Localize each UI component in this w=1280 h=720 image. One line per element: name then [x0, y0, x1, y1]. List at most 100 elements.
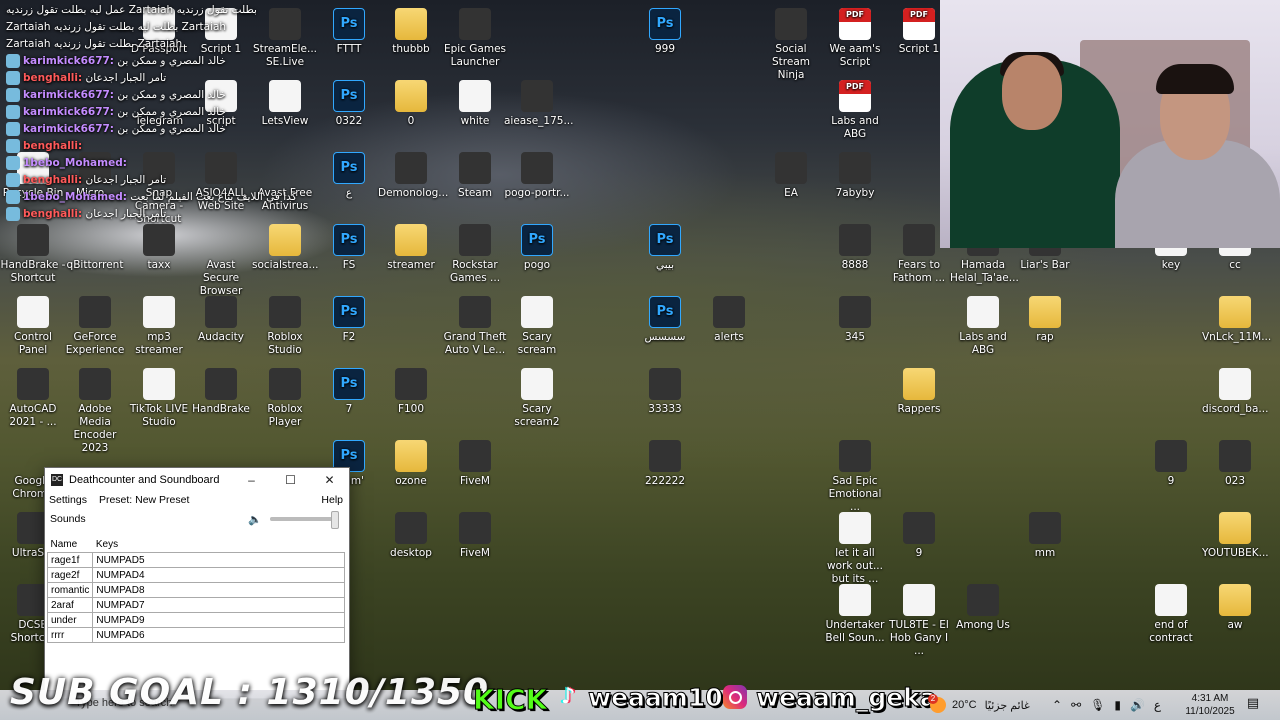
desktop-icon[interactable]: Avast Free Antivirus — [252, 152, 318, 213]
desktop-icon[interactable]: Social Stream Ninja — [758, 8, 824, 82]
desktop-icon[interactable]: Ps ع — [316, 152, 382, 200]
desktop-icon[interactable]: 7abyby — [822, 152, 888, 200]
desktop-icon[interactable]: desktop — [378, 512, 444, 560]
desktop-icon[interactable]: Demonolog... — [378, 152, 448, 200]
desktop-icon[interactable]: mp3 streamer — [126, 296, 192, 357]
sound-name-cell[interactable]: under — [46, 612, 94, 628]
desktop-icon[interactable]: pogo-portr... — [504, 152, 570, 200]
desktop-icon[interactable]: EA — [758, 152, 824, 200]
desktop-icon[interactable]: FiveM — [442, 512, 508, 560]
menu-preset[interactable]: Preset: New Preset — [99, 494, 189, 506]
desktop-icon[interactable]: aw — [1202, 584, 1268, 632]
close-button[interactable]: ✕ — [310, 468, 349, 492]
sound-name-cell[interactable]: rrrr — [46, 627, 94, 643]
desktop-icon[interactable]: 023 — [1202, 440, 1268, 488]
maximize-button[interactable]: ☐ — [271, 468, 310, 492]
desktop-icon[interactable]: 33333 — [632, 368, 698, 416]
desktop-icon[interactable]: Sad Epic Emotional ... — [822, 440, 888, 514]
desktop-icon[interactable]: Grand Theft Auto V Le... — [442, 296, 508, 357]
desktop-icon[interactable]: Ps بيبي — [632, 224, 698, 272]
desktop-icon[interactable]: LetsView — [252, 80, 318, 128]
desktop-icon[interactable]: Roblox Player — [252, 368, 318, 429]
desktop-icon[interactable]: Ps FS — [316, 224, 382, 272]
desktop-icon[interactable]: Ps F2 — [316, 296, 382, 344]
weather-widget[interactable]: 20°C غائم جزئيًا — [928, 690, 1030, 720]
desktop-icon[interactable]: VnLck_11M... — [1202, 296, 1271, 344]
desktop-icon[interactable]: thubbb — [378, 8, 444, 56]
desktop-icon[interactable]: ozone — [378, 440, 444, 488]
desktop-icon[interactable]: Avast Secure Browser — [188, 224, 254, 298]
menu-settings[interactable]: Settings — [49, 494, 87, 506]
table-row[interactable]: romantic NUMPAD8 — [46, 582, 345, 598]
desktop-icon[interactable]: PDF We aam's Script — [822, 8, 888, 69]
desktop-icon[interactable]: 9 — [1138, 440, 1204, 488]
desktop-icon[interactable]: FiveM — [442, 440, 508, 488]
desktop-icon[interactable]: Among Us — [950, 584, 1016, 632]
window-titlebar[interactable]: DC Deathcounter and Soundboard – ☐ ✕ — [45, 468, 349, 492]
column-header-name[interactable]: Name — [48, 536, 93, 553]
sound-name-cell[interactable]: 2araf — [46, 597, 94, 613]
desktop-icon[interactable]: Steam — [442, 152, 508, 200]
desktop-icon[interactable]: F100 — [378, 368, 444, 416]
desktop-icon[interactable]: end of contract — [1138, 584, 1204, 645]
desktop-icon[interactable]: Audacity — [188, 296, 254, 344]
table-row[interactable]: rrrr NUMPAD6 — [46, 627, 345, 643]
desktop-icon[interactable]: socialstrea... — [252, 224, 319, 272]
table-row[interactable]: rage2f NUMPAD4 — [46, 567, 345, 583]
desktop-icon[interactable]: Rockstar Games ... — [442, 224, 508, 285]
desktop-icon[interactable]: Undertaker Bell Soun... — [822, 584, 888, 645]
sound-name-cell[interactable]: rage1f — [46, 552, 94, 568]
sound-name-cell[interactable]: romantic — [46, 582, 94, 598]
taskbar-clock[interactable]: 4:31 AM 11/10/2025 — [1180, 690, 1240, 718]
desktop-icon[interactable]: Ps 7 — [316, 368, 382, 416]
desktop-icon[interactable]: Scary scream2 — [504, 368, 570, 429]
desktop-icon[interactable]: TUL8TE - El Hob Gany I ... — [886, 584, 952, 658]
desktop-icon[interactable]: taxx — [126, 224, 192, 272]
desktop-icon[interactable]: Rappers — [886, 368, 952, 416]
desktop-icon[interactable]: streamer — [378, 224, 444, 272]
table-row[interactable]: under NUMPAD9 — [46, 612, 345, 628]
desktop-icon[interactable]: Scary scream — [504, 296, 570, 357]
sound-key-cell[interactable]: NUMPAD6 — [92, 627, 345, 643]
minimize-button[interactable]: – — [232, 468, 271, 492]
speaker-icon[interactable]: 🔈 — [248, 513, 262, 526]
chevron-up-icon[interactable]: ⌃ — [1052, 698, 1062, 712]
desktop-icon[interactable]: Ps pogo — [504, 224, 570, 272]
desktop-icon[interactable]: 345 — [822, 296, 888, 344]
desktop-icon[interactable]: discord_ba... — [1202, 368, 1268, 416]
desktop-icon[interactable]: HandBrake - Shortcut — [0, 224, 66, 285]
desktop-icon[interactable]: 0 — [378, 80, 444, 128]
language-indicator[interactable]: ع — [1154, 698, 1161, 712]
desktop-icon[interactable]: rap — [1012, 296, 1078, 344]
desktop-icon[interactable]: Roblox Studio — [252, 296, 318, 357]
volume-icon[interactable]: 🔊 — [1130, 698, 1145, 712]
volume-slider-thumb[interactable] — [330, 511, 339, 529]
desktop-icon[interactable]: alerts — [696, 296, 762, 344]
volume-slider[interactable] — [270, 511, 339, 529]
sound-key-cell[interactable]: NUMPAD4 — [92, 567, 345, 583]
battery-icon[interactable]: ▮ — [1114, 698, 1121, 712]
desktop-icon[interactable]: Adobe Media Encoder 2023 — [62, 368, 128, 455]
mic-icon[interactable]: 🎙 — [1090, 698, 1105, 712]
desktop-icon[interactable]: AutoCAD 2021 - ... — [0, 368, 66, 429]
network-icon[interactable]: ⚯ — [1071, 698, 1081, 712]
table-row[interactable]: 2araf NUMPAD7 — [46, 597, 345, 613]
desktop-icon[interactable]: white — [442, 80, 508, 128]
desktop-icon[interactable]: Labs and ABG — [950, 296, 1016, 357]
column-header-keys[interactable]: Keys — [93, 536, 345, 553]
desktop-icon[interactable]: GeForce Experience — [62, 296, 128, 357]
desktop-icon[interactable]: YOUTUBEK... — [1202, 512, 1269, 560]
desktop-icon[interactable]: 8888 — [822, 224, 888, 272]
desktop-icon[interactable]: HandBrake — [188, 368, 254, 416]
desktop-icon[interactable]: StreamEle... SE.Live — [252, 8, 318, 69]
desktop-icon[interactable]: let it all work out... but its ... — [822, 512, 888, 586]
notification-icon[interactable]: ▤ — [1244, 696, 1262, 712]
sound-key-cell[interactable]: NUMPAD9 — [92, 612, 345, 628]
desktop-icon[interactable]: Ps 999 — [632, 8, 698, 56]
desktop-icon[interactable]: aiease_175... — [504, 80, 573, 128]
desktop-icon[interactable]: Ps 0322 — [316, 80, 382, 128]
desktop-icon[interactable]: TikTok LIVE Studio — [126, 368, 192, 429]
sound-name-cell[interactable]: rage2f — [46, 567, 94, 583]
sound-key-cell[interactable]: NUMPAD7 — [92, 597, 345, 613]
desktop-icon[interactable]: PDF Labs and ABG — [822, 80, 888, 141]
